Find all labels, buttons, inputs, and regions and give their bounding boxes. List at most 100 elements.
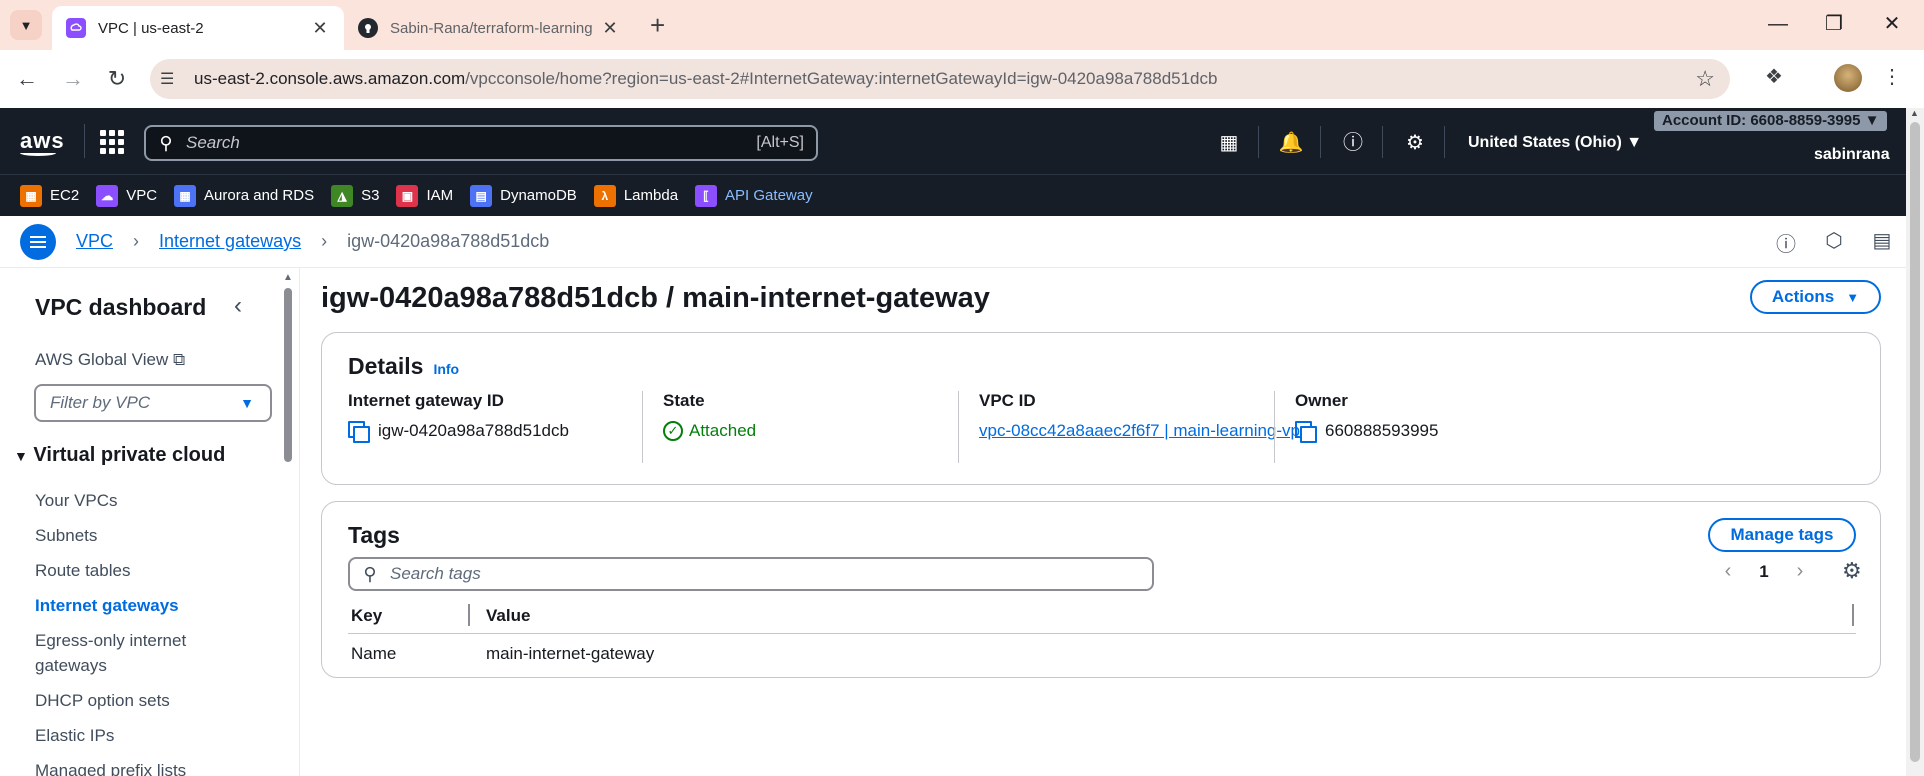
browser-tab-github[interactable]: Sabin-Rana/terraform-learning ✕ [344,6,634,50]
breadcrumb: VPC › Internet gateways › igw-0420a98a78… [0,216,1906,268]
sidebar-item-route-tables[interactable]: Route tables [35,558,130,583]
chevron-down-icon: ▼ [19,17,33,33]
vpc-id-link[interactable]: vpc-08cc42a8aaec2f6f7 | main-learning-vp… [979,419,1309,443]
site-info-icon[interactable]: ☰ [160,69,194,89]
back-icon[interactable]: ← [12,64,42,94]
column-value[interactable]: Value [486,606,530,626]
vpc-icon: ☁ [96,184,119,207]
region-selector[interactable]: United States (Ohio) ▼ [1468,134,1642,152]
github-icon [358,18,378,38]
prev-page-icon[interactable]: ‹ [1710,560,1746,583]
page-number[interactable]: 1 [1746,562,1782,582]
iam-icon: ▣ [396,184,419,207]
sidebar-item-internet-gateways[interactable]: Internet gateways [35,593,179,618]
copy-icon[interactable] [1295,421,1317,443]
feedback-screen-icon[interactable]: ▤ [1858,228,1906,257]
dynamodb-icon: ▤ [470,184,493,207]
sidebar-scrollbar[interactable]: ▲ [282,272,294,776]
account-id-badge[interactable]: Account ID: 6608-8859-3995 ▼ [1654,111,1888,131]
close-tab-icon[interactable]: ✕ [310,18,330,39]
reload-icon[interactable]: ↻ [102,64,132,94]
sidebar-item-dhcp-option-sets[interactable]: DHCP option sets [35,688,170,713]
vpc-icon [66,18,86,38]
manage-tags-button[interactable]: Manage tags [1708,518,1856,552]
favorite-vpc[interactable]: ☁ VPC [96,184,157,207]
favorite-s3[interactable]: ◮ S3 [331,184,379,207]
favorite-api-gateway[interactable]: ⟦ API Gateway [695,184,813,207]
breadcrumb-current: igw-0420a98a788d51dcb [347,231,550,251]
notifications-bell-icon[interactable]: 🔔 [1276,128,1306,158]
favorite-iam[interactable]: ▣ IAM [396,184,453,207]
services-menu-icon[interactable] [100,130,124,154]
url-text: us-east-2.console.aws.amazon.com/vpccons… [194,69,1218,88]
browser-tab-vpc[interactable]: VPC | us-east-2 ✕ [52,6,344,50]
sidebar-item-your-vpcs[interactable]: Your VPCs [35,488,118,513]
actions-button[interactable]: Actions ▼ [1750,280,1881,314]
pagination: ‹ 1 › [1710,560,1818,583]
sidebar-item-subnets[interactable]: Subnets [35,523,97,548]
close-tab-icon[interactable]: ✕ [600,18,620,39]
copy-icon[interactable] [348,421,370,443]
search-shortcut: [Alt+S] [756,134,804,151]
info-panel-icon[interactable]: ⓘ [1762,228,1810,257]
bookmark-star-icon[interactable]: ☆ [1695,66,1715,92]
security-shield-icon[interactable]: ⬡ [1810,228,1858,257]
status-badge: ✓ Attached [663,419,756,443]
forward-icon[interactable]: → [58,64,88,94]
chevron-right-icon: › [133,231,140,251]
tag-search-input[interactable] [390,564,1152,584]
sidebar-item-elastic-ips[interactable]: Elastic IPs [35,723,114,748]
tag-value-cell: main-internet-gateway [486,644,655,663]
sidebar-item-egress-only-gateways[interactable]: Egress-only internet gateways [35,628,215,678]
page-title: igw-0420a98a788d51dcb / main-internet-ga… [321,282,990,314]
profile-avatar[interactable] [1834,64,1862,92]
hamburger-menu-icon[interactable] [20,223,56,260]
page-scrollbar[interactable]: ▲ [1906,108,1924,776]
new-tab-icon[interactable]: + [650,10,665,40]
breadcrumb-internet-gateways[interactable]: Internet gateways [159,231,301,252]
favorite-aurora-rds[interactable]: ▦ Aurora and RDS [174,184,314,207]
aws-logo[interactable]: aws [20,128,65,156]
aws-search-input[interactable] [186,133,757,153]
sidebar-item-managed-prefix-lists[interactable]: Managed prefix lists [35,758,186,776]
help-icon[interactable]: ⓘ [1338,128,1368,158]
aws-global-view-link[interactable]: AWS Global View ⧉ [35,350,185,370]
tab-title: Sabin-Rana/terraform-learning [390,19,593,37]
ec2-icon: ▦ [20,184,42,207]
favorite-lambda[interactable]: λ Lambda [593,184,678,207]
caret-down-icon: ▼ [1846,289,1860,305]
caret-down-icon: ▼ [14,448,28,464]
chevron-left-icon[interactable]: ‹ [234,292,242,320]
close-window-icon[interactable]: ✕ [1872,10,1912,38]
user-menu[interactable]: sabinrana [1814,146,1890,164]
minimize-icon[interactable]: — [1758,10,1798,38]
info-link[interactable]: Info [433,361,459,377]
section-virtual-private-cloud[interactable]: ▼ Virtual private cloud [14,444,225,467]
tags-table-header: Key Value [348,602,1856,634]
s3-icon: ◮ [331,184,354,207]
restore-icon[interactable]: ❐ [1814,10,1854,38]
rds-icon: ▦ [174,184,197,207]
breadcrumb-vpc[interactable]: VPC [76,231,113,252]
details-panel: Details Info Internet gateway ID igw-0420… [321,332,1881,485]
address-bar[interactable]: ☰ us-east-2.console.aws.amazon.com/vpcco… [150,59,1730,99]
field-vpc-id: VPC ID vpc-08cc42a8aaec2f6f7 | main-lear… [979,391,1309,467]
extensions-icon[interactable]: ❖ [1765,64,1783,89]
tag-key-cell: Name [351,644,397,663]
check-circle-icon: ✓ [663,421,683,441]
tab-title: VPC | us-east-2 [98,19,204,37]
sidebar-title[interactable]: VPC dashboard [35,294,206,321]
api-gateway-icon: ⟦ [695,184,718,207]
table-settings-gear-icon[interactable]: ⚙ [1842,558,1862,584]
favorite-dynamodb[interactable]: ▤ DynamoDB [470,184,577,207]
filter-by-vpc-select[interactable]: Filter by VPC ▼ [34,384,272,422]
next-page-icon[interactable]: › [1782,560,1818,583]
favorite-ec2[interactable]: ▦ EC2 [20,184,79,207]
settings-gear-icon[interactable]: ⚙ [1400,128,1430,158]
details-title: Details Info [348,353,460,379]
field-internet-gateway-id: Internet gateway ID igw-0420a98a788d51dc… [348,391,569,443]
column-key[interactable]: Key [351,606,382,626]
tab-search-button[interactable]: ▼ [10,10,42,40]
browser-menu-icon[interactable]: ⋮ [1882,64,1902,89]
cloudshell-icon[interactable]: ▦ [1214,128,1244,158]
